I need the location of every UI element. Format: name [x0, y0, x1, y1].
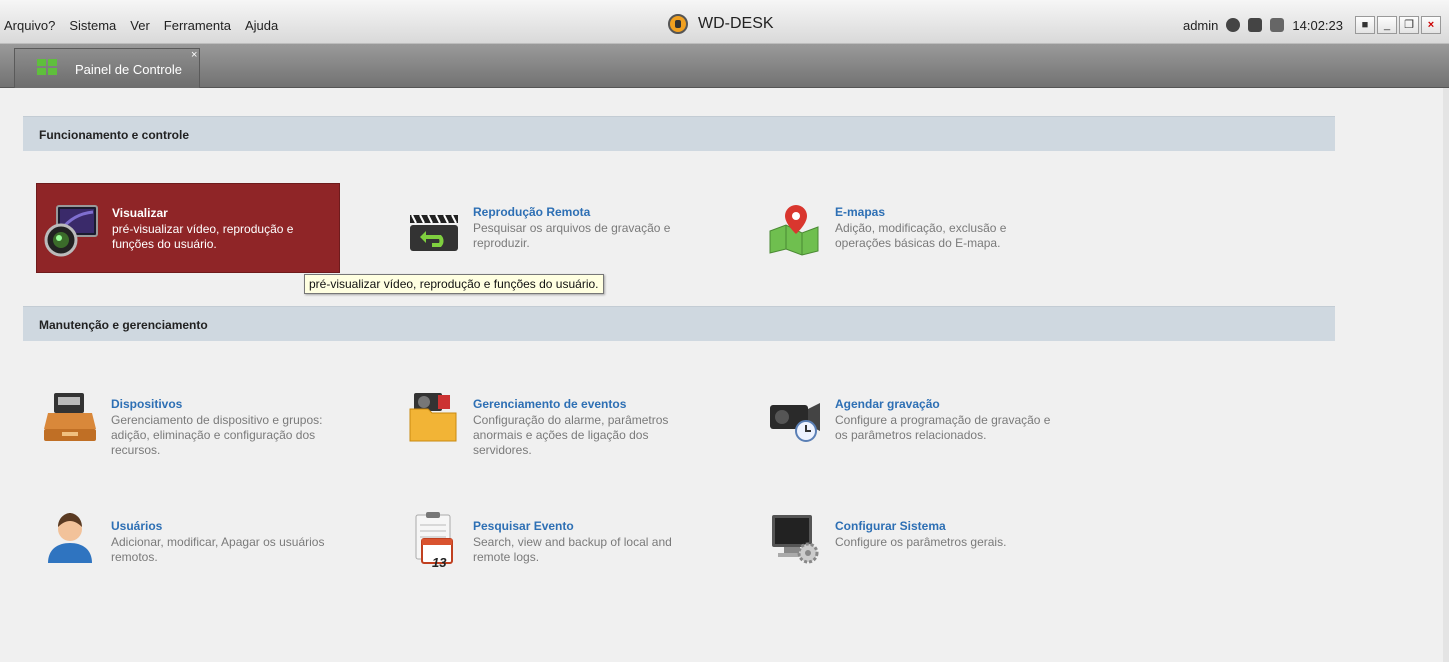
tab-bar: Painel de Controle × — [0, 44, 1449, 88]
item-title: Pesquisar Evento — [473, 519, 574, 533]
tab-close-icon[interactable]: × — [191, 49, 197, 61]
item-e-mapas[interactable]: E-mapas Adição, modificação, exclusão e … — [760, 183, 1064, 273]
clapperboard-icon — [410, 214, 458, 251]
app-title: WD-DESK — [698, 15, 774, 32]
camera-lens-icon — [44, 205, 98, 257]
event-folder-icon — [409, 393, 457, 442]
menu-ajuda[interactable]: Ajuda — [245, 18, 278, 33]
tab-label: Painel de Controle — [75, 62, 182, 77]
item-gerenciamento-eventos[interactable]: Gerenciamento de eventos Configuração do… — [398, 375, 702, 465]
globe-icon[interactable] — [1226, 18, 1241, 32]
menu-ver[interactable]: Ver — [130, 18, 150, 33]
item-title: E-mapas — [835, 205, 886, 219]
item-title: Gerenciamento de eventos — [473, 397, 627, 411]
minimize-icon[interactable]: _ — [1377, 16, 1397, 34]
device-drawer-icon — [44, 393, 96, 441]
item-pesquisar-evento[interactable]: 13 Pesquisar Evento Search, view and bac… — [398, 497, 702, 587]
item-description: Adição, modificação, exclusão e operaçõe… — [835, 221, 1007, 250]
clock: 14:02:23 — [1292, 17, 1343, 33]
main-menu: Arquivo? Sistema Ver Ferramenta Ajuda — [4, 18, 278, 33]
username: admin — [1182, 17, 1219, 33]
item-title: Visualizar — [112, 206, 168, 220]
close-icon[interactable]: × — [1421, 16, 1441, 34]
item-agendar-gravacao[interactable]: Agendar gravação Configure a programação… — [760, 375, 1064, 465]
item-configurar-sistema[interactable]: Configurar Sistema Configure os parâmetr… — [760, 497, 1064, 587]
tab-painel-de-controle[interactable]: Painel de Controle × — [14, 48, 200, 88]
item-description: Search, view and backup of local and rem… — [473, 535, 672, 564]
map-pin-icon — [769, 205, 819, 256]
window-controls: ■ _ ❐ × — [1355, 16, 1441, 34]
section-funcionamento: Funcionamento e controle — [23, 116, 1335, 151]
video-camera-clock-icon — [770, 403, 820, 442]
monitor-icon[interactable] — [1248, 18, 1263, 32]
item-title: Reprodução Remota — [473, 205, 591, 219]
section-title: Manutenção e gerenciamento — [39, 318, 208, 332]
status-area: admin 14:02:23 ■ _ ❐ × — [1183, 16, 1441, 34]
item-description: Gerenciamento de dispositivo e grupos: a… — [111, 413, 323, 457]
menu-sistema[interactable]: Sistema — [69, 18, 116, 33]
item-reproducao-remota[interactable]: Reprodução Remota Pesquisar os arquivos … — [398, 183, 702, 273]
item-title: Dispositivos — [111, 397, 183, 411]
item-description: Adicionar, modificar, Apagar os usuários… — [111, 535, 325, 564]
item-visualizar[interactable]: Visualizar pré-visualizar vídeo, reprodu… — [36, 183, 340, 273]
lock-icon[interactable]: ■ — [1355, 16, 1375, 34]
app-logo-icon — [668, 14, 688, 34]
right-edge-panel — [1443, 88, 1449, 662]
section-title: Funcionamento e controle — [39, 128, 190, 142]
item-dispositivos[interactable]: Dispositivos Gerenciamento de dispositiv… — [36, 375, 340, 465]
grid-icon — [37, 59, 57, 75]
section-manutencao: Manutenção e gerenciamento — [23, 306, 1335, 341]
item-title: Usuários — [111, 519, 163, 533]
item-title: Agendar gravação — [835, 397, 940, 411]
tooltip: pré-visualizar vídeo, reprodução e funçõ… — [304, 274, 604, 294]
item-usuarios[interactable]: Usuários Adicionar, modificar, Apagar os… — [36, 497, 340, 587]
menu-ferramenta[interactable]: Ferramenta — [164, 18, 231, 33]
item-description: pré-visualizar vídeo, reprodução e funçõ… — [112, 222, 294, 251]
user-icon — [48, 513, 92, 563]
item-description: Configure os parâmetros gerais. — [835, 535, 1007, 549]
restore-icon[interactable]: ❐ — [1399, 16, 1419, 34]
calendar-day: 13 — [432, 555, 447, 570]
menu-arquivo[interactable]: Arquivo? — [4, 18, 55, 33]
item-title: Configurar Sistema — [835, 519, 946, 533]
item-description: Pesquisar os arquivos de gravação e repr… — [473, 221, 671, 250]
item-description: Configure a programação de gravação e os… — [835, 413, 1051, 442]
monitor-gear-icon — [772, 515, 819, 564]
item-description: Configuração do alarme, parâmetros anorm… — [473, 413, 669, 457]
network-icon[interactable] — [1270, 18, 1285, 32]
menu-bar: Arquivo? Sistema Ver Ferramenta Ajuda WD… — [0, 0, 1449, 44]
app-title-area: WD-DESK — [668, 14, 774, 34]
